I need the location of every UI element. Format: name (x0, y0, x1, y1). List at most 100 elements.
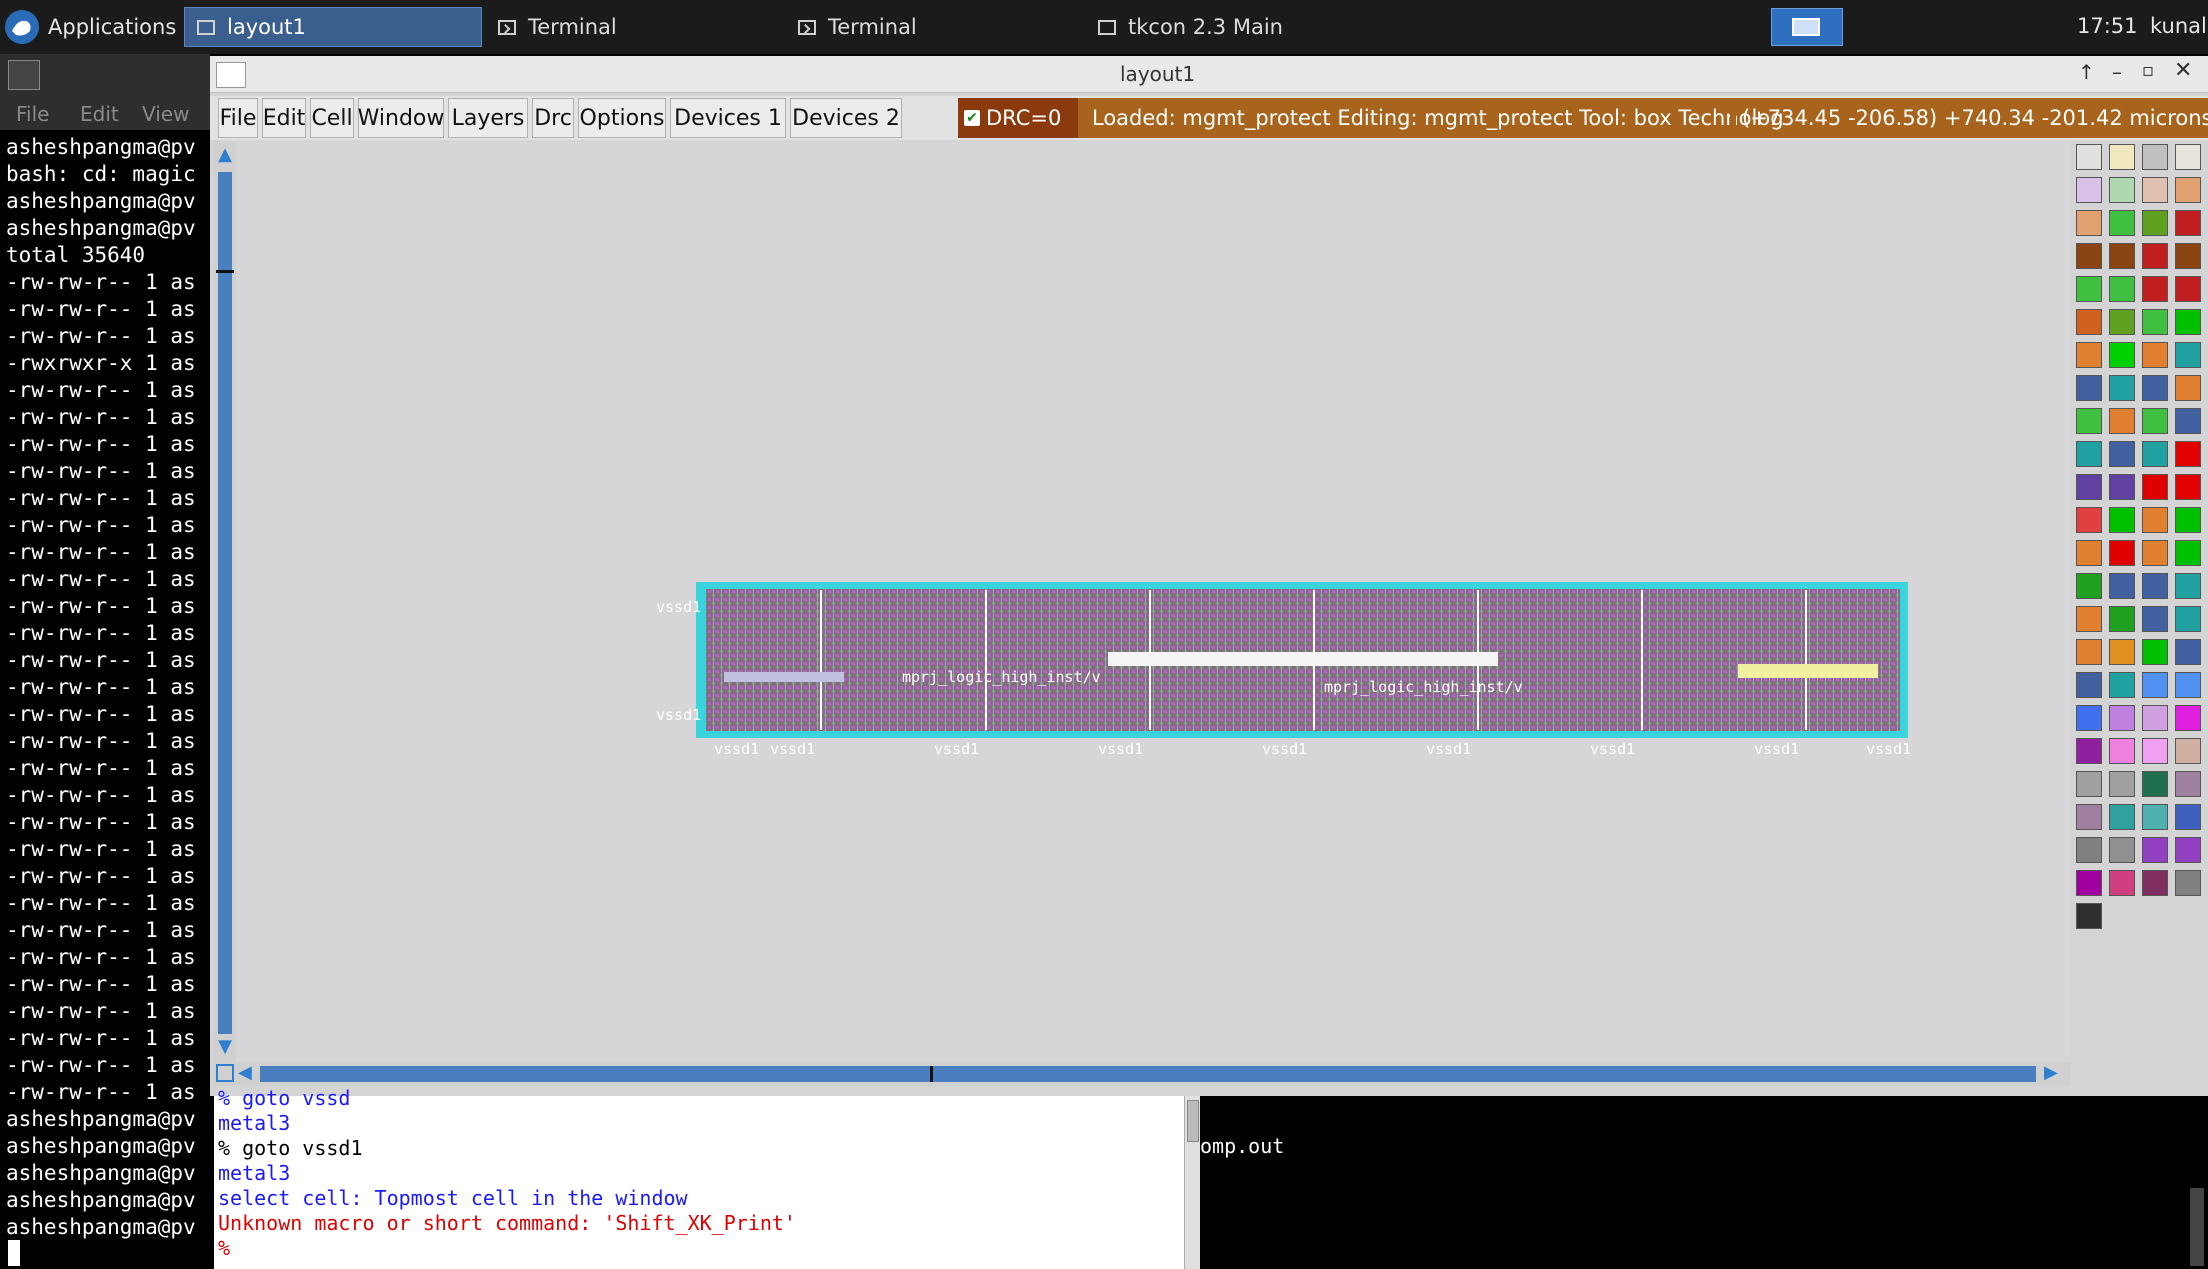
layer-swatch[interactable] (2109, 210, 2135, 236)
layer-swatch[interactable] (2175, 573, 2201, 599)
user-name[interactable]: kunal( (2150, 14, 2208, 38)
right-terminal[interactable]: omp.out (1200, 1096, 2208, 1269)
menu-layers[interactable]: Layers (448, 98, 528, 138)
layer-swatch[interactable] (2142, 177, 2168, 203)
scroll-track[interactable] (260, 1066, 2036, 1082)
layer-swatch[interactable] (2109, 342, 2135, 368)
layer-swatch[interactable] (2175, 144, 2201, 170)
layer-swatch[interactable] (2175, 639, 2201, 665)
layer-swatch[interactable] (2076, 540, 2102, 566)
scroll-track[interactable] (218, 172, 232, 1034)
layer-swatch[interactable] (2175, 771, 2201, 797)
layer-swatch[interactable] (2175, 672, 2201, 698)
scroll-thumb[interactable] (216, 270, 234, 273)
menu-file[interactable]: File (16, 102, 49, 126)
layer-swatch[interactable] (2175, 540, 2201, 566)
layer-swatch[interactable] (2142, 804, 2168, 830)
layer-swatch[interactable] (2076, 144, 2102, 170)
layer-swatch[interactable] (2142, 441, 2168, 467)
menu-cell[interactable]: Cell (310, 98, 354, 138)
menu-edit[interactable]: Edit (262, 98, 306, 138)
close-icon[interactable]: ✕ (2174, 58, 2192, 83)
layer-swatch[interactable] (2175, 177, 2201, 203)
layout-canvas[interactable]: mprj_logic_high_inst/v mprj_logic_high_i… (236, 142, 2070, 1062)
layer-swatch[interactable] (2109, 375, 2135, 401)
layer-swatch[interactable] (2142, 507, 2168, 533)
layer-swatch[interactable] (2142, 738, 2168, 764)
layer-swatch[interactable] (2109, 804, 2135, 830)
layer-swatch[interactable] (2109, 474, 2135, 500)
scroll-thumb[interactable] (1187, 1100, 1199, 1142)
layer-swatch[interactable] (2175, 870, 2201, 896)
layer-swatch[interactable] (2109, 639, 2135, 665)
layer-swatch[interactable] (2076, 177, 2102, 203)
layer-swatch[interactable] (2109, 705, 2135, 731)
layer-swatch[interactable] (2175, 837, 2201, 863)
maximize-icon[interactable]: ▫ (2142, 60, 2154, 81)
layer-swatch[interactable] (2076, 639, 2102, 665)
layer-swatch[interactable] (2175, 804, 2201, 830)
layer-swatch[interactable] (2142, 210, 2168, 236)
layer-swatch[interactable] (2142, 375, 2168, 401)
layer-swatch[interactable] (2076, 210, 2102, 236)
menu-window[interactable]: Window (358, 98, 444, 138)
layer-swatch[interactable] (2175, 342, 2201, 368)
layer-swatch[interactable] (2142, 672, 2168, 698)
vertical-scrollbar[interactable]: ▲ ▼ (214, 142, 236, 1062)
layer-swatch[interactable] (2076, 441, 2102, 467)
layer-swatch[interactable] (2175, 210, 2201, 236)
layer-swatch[interactable] (2076, 903, 2102, 929)
minimize-icon[interactable]: – (2112, 60, 2122, 84)
layer-swatch[interactable] (2175, 474, 2201, 500)
zoom-box-icon[interactable] (216, 1064, 234, 1082)
layer-swatch[interactable] (2109, 540, 2135, 566)
menu-drc[interactable]: Drc (532, 98, 574, 138)
layer-swatch[interactable] (2109, 144, 2135, 170)
layer-swatch[interactable] (2076, 672, 2102, 698)
layer-swatch[interactable] (2076, 705, 2102, 731)
horizontal-scrollbar[interactable]: ◀ ▶ (214, 1062, 2070, 1086)
menu-options[interactable]: Options (578, 98, 666, 138)
layer-swatch[interactable] (2142, 144, 2168, 170)
task-tkcon[interactable]: tkcon 2.3 Main (1086, 7, 1382, 47)
layer-swatch[interactable] (2076, 408, 2102, 434)
layer-swatch[interactable] (2076, 375, 2102, 401)
task-terminal-2[interactable]: Terminal (786, 7, 1082, 47)
layer-swatch[interactable] (2076, 870, 2102, 896)
layer-swatch[interactable] (2175, 705, 2201, 731)
layer-swatch[interactable] (2175, 276, 2201, 302)
layer-swatch[interactable] (2142, 705, 2168, 731)
layer-swatch[interactable] (2142, 243, 2168, 269)
scroll-down-arrow-icon[interactable]: ▼ (216, 1036, 234, 1058)
task-layout1[interactable]: layout1 (184, 7, 482, 47)
layer-swatch[interactable] (2076, 771, 2102, 797)
menu-view[interactable]: View (142, 102, 189, 126)
menu-edit[interactable]: Edit (80, 102, 119, 126)
layer-swatch[interactable] (2109, 870, 2135, 896)
layer-swatch[interactable] (2109, 771, 2135, 797)
drc-indicator[interactable]: ✔ DRC=0 (958, 98, 1078, 138)
scroll-up-arrow-icon[interactable]: ▲ (216, 144, 234, 166)
menu-file[interactable]: File (218, 98, 258, 138)
layer-swatch[interactable] (2142, 771, 2168, 797)
layer-swatch[interactable] (2109, 408, 2135, 434)
pin-icon[interactable]: ↑ (2078, 60, 2095, 84)
layer-swatch[interactable] (2175, 606, 2201, 632)
console-scrollbar[interactable] (1184, 1096, 1201, 1269)
layer-swatch[interactable] (2175, 375, 2201, 401)
layer-swatch[interactable] (2109, 441, 2135, 467)
layer-swatch[interactable] (2109, 507, 2135, 533)
layer-swatch[interactable] (2142, 408, 2168, 434)
scroll-thumb[interactable] (930, 1066, 933, 1082)
layer-swatch[interactable] (2076, 342, 2102, 368)
layer-swatch[interactable] (2109, 177, 2135, 203)
workspace-switcher[interactable] (1771, 8, 1843, 46)
menu-devices-2[interactable]: Devices 2 (790, 98, 902, 138)
layer-swatch[interactable] (2109, 309, 2135, 335)
layer-swatch[interactable] (2142, 606, 2168, 632)
layer-swatch[interactable] (2109, 672, 2135, 698)
layer-swatch[interactable] (2142, 276, 2168, 302)
layer-swatch[interactable] (2175, 507, 2201, 533)
layer-swatch[interactable] (2175, 408, 2201, 434)
layer-swatch[interactable] (2109, 738, 2135, 764)
